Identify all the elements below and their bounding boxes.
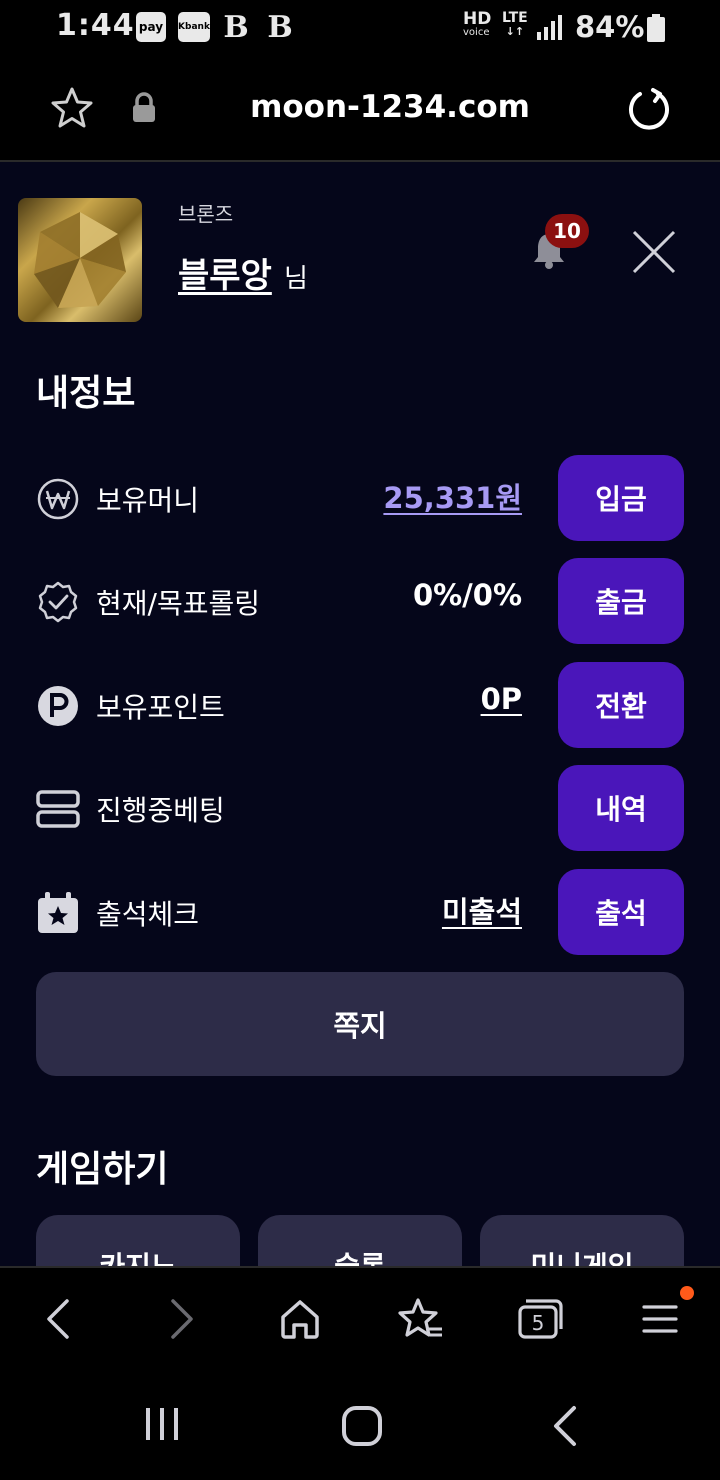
rank-avatar (18, 198, 142, 322)
status-time: 1:44 (56, 8, 135, 43)
kbank-notification-icon: Kbank (178, 12, 210, 42)
game-tab-minigame[interactable]: 미니게임 (480, 1215, 684, 1266)
chevron-right-icon (171, 1299, 193, 1339)
lte-arrows: ↓↑ (505, 25, 525, 38)
browser-url-bar: moon-1234.com (0, 56, 720, 162)
server-icon (36, 790, 80, 828)
betting-label: 진행중베팅 (96, 794, 225, 827)
withdraw-button[interactable]: 출금 (558, 558, 684, 644)
bronze-gem-image (34, 212, 126, 308)
browser-bottom-nav: 5 (0, 1266, 720, 1370)
signal-icon (537, 15, 562, 40)
lock-icon (133, 92, 155, 122)
game-tab-casino[interactable]: 카지노 (36, 1215, 240, 1266)
home-icon (281, 1300, 319, 1339)
recent-apps-icon[interactable] (140, 1404, 184, 1444)
history-button[interactable]: 내역 (558, 765, 684, 851)
system-nav-bar (0, 1370, 720, 1480)
rolling-label: 현재/목표롤링 (96, 587, 260, 620)
chevron-left-icon (47, 1299, 69, 1339)
verified-badge-icon (38, 581, 78, 623)
battery-icon (647, 14, 665, 42)
point-icon (38, 686, 78, 726)
calendar-star-icon (38, 892, 78, 933)
money-label: 보유머니 (96, 484, 200, 517)
pay-notification-icon: pay (136, 12, 166, 42)
username-suffix: 님 (284, 264, 308, 294)
rolling-row: 현재/목표롤링 0%/0% 출금 (0, 558, 720, 644)
voice-label: voice (463, 27, 490, 38)
battery-percent: 84% (575, 10, 645, 44)
b-notification-icon: B (267, 9, 293, 45)
money-value-link[interactable]: 25,331원 (383, 475, 522, 517)
bookmarks-star-icon (398, 1298, 442, 1337)
hd-voice-indicator: HD voice (463, 9, 492, 39)
rank-label: 브론즈 (178, 202, 234, 226)
b-notification-icon: B (223, 9, 249, 45)
url-text[interactable]: moon-1234.com (180, 89, 600, 125)
close-icon[interactable] (626, 224, 682, 280)
attendance-status-link[interactable]: 미출석 (442, 889, 522, 931)
won-icon (37, 478, 79, 520)
notification-count-badge: 10 (545, 214, 589, 248)
back-button[interactable] (30, 1294, 86, 1344)
bookmark-star-icon[interactable] (48, 84, 96, 132)
hd-label: HD (463, 9, 492, 29)
points-value-link[interactable]: 0P (481, 682, 522, 716)
menu-notification-dot (680, 1286, 694, 1300)
username-link[interactable]: 블루앙 (178, 248, 272, 297)
my-info-title: 내정보 (36, 373, 136, 414)
points-row: 보유포인트 0P 전환 (0, 662, 720, 748)
system-back-icon[interactable] (550, 1404, 580, 1448)
bookmarks-button[interactable] (392, 1294, 448, 1344)
svg-text:5: 5 (532, 1311, 545, 1335)
rolling-value: 0%/0% (412, 578, 522, 612)
hamburger-menu-icon (642, 1305, 678, 1333)
message-button[interactable]: 쪽지 (36, 972, 684, 1076)
my-info-panel: 브론즈 블루앙 님 10 내정보 보유머니 25,331원 입금 현재/목표롤링… (0, 162, 720, 1266)
forward-button[interactable] (154, 1294, 210, 1344)
deposit-button[interactable]: 입금 (558, 455, 684, 541)
attendance-label: 출석체크 (96, 898, 200, 931)
home-circle-icon[interactable] (340, 1404, 384, 1448)
menu-button[interactable] (632, 1294, 688, 1344)
lte-label: LTE (502, 10, 528, 26)
game-tab-slot[interactable]: 슬롯 (258, 1215, 462, 1266)
betting-row: 진행중베팅 내역 (0, 765, 720, 851)
convert-button[interactable]: 전환 (558, 662, 684, 748)
home-button[interactable] (272, 1294, 328, 1344)
reload-icon[interactable] (625, 86, 673, 134)
status-bar: 1:44 pay Kbank B B HD voice LTE ↓↑ 84% (0, 0, 720, 56)
lte-indicator: LTE ↓↑ (502, 10, 528, 38)
money-row: 보유머니 25,331원 입금 (0, 455, 720, 541)
tabs-icon: 5 (518, 1299, 563, 1339)
games-title: 게임하기 (36, 1149, 169, 1190)
points-label: 보유포인트 (96, 691, 225, 724)
tabs-button[interactable]: 5 (512, 1294, 568, 1344)
attend-button[interactable]: 출석 (558, 869, 684, 955)
attendance-row: 출석체크 미출석 출석 (0, 869, 720, 955)
